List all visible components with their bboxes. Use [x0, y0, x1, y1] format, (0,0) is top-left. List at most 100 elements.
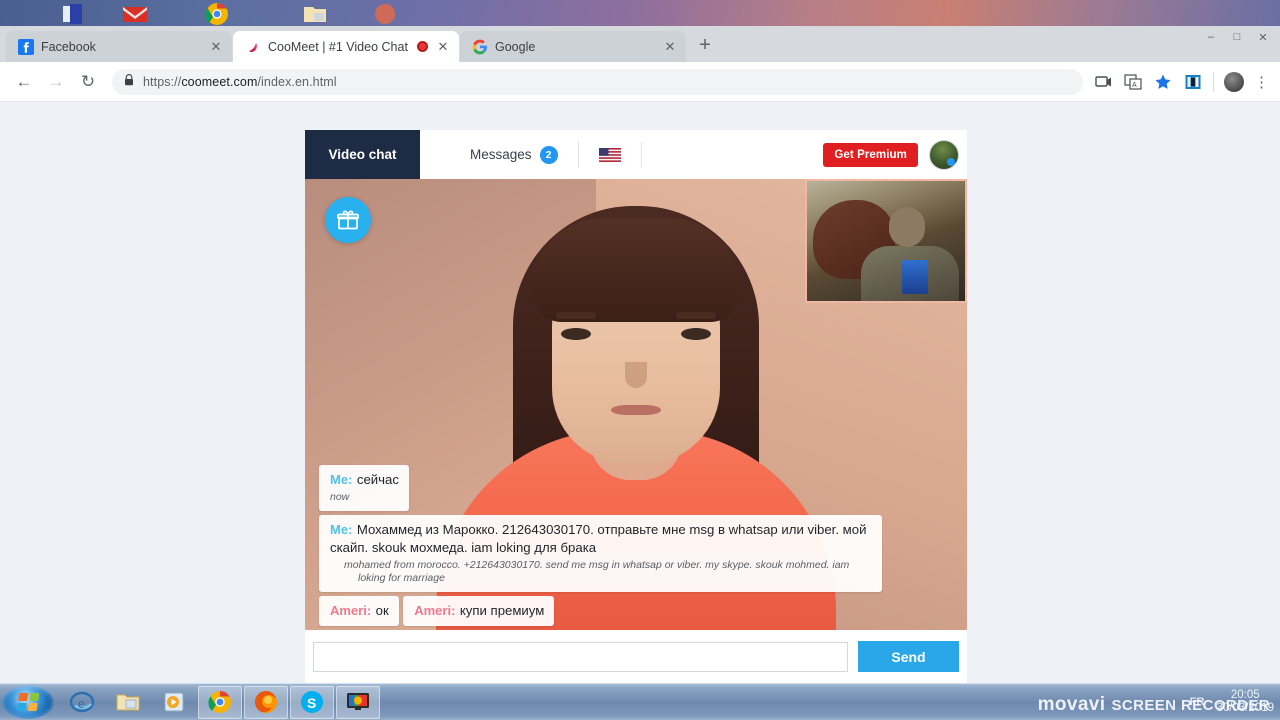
tab-title: Facebook — [41, 39, 96, 54]
message-sender: Ameri: — [330, 603, 372, 618]
chat-message: Me: Мохаммед из Марокко. 212643030170. о… — [319, 514, 882, 592]
taskbar-item-file-explorer[interactable] — [106, 686, 150, 719]
internet-explorer-icon: e — [69, 689, 95, 715]
gift-icon[interactable] — [325, 197, 371, 243]
desktop-icon-folder-blue[interactable] — [58, 2, 88, 26]
coomeet-icon — [245, 39, 261, 55]
tab-close-icon[interactable]: ✕ — [435, 39, 451, 55]
tab-facebook[interactable]: Facebook ✕ — [6, 31, 232, 62]
forward-button[interactable]: → — [42, 68, 70, 96]
chat-message: Ameri: ок — [319, 596, 399, 626]
maximize-button[interactable]: □ — [1224, 26, 1250, 48]
taskbar-clock[interactable]: 20:05 30/03/2019 — [1216, 689, 1274, 715]
back-button[interactable]: ← — [10, 68, 38, 96]
taskbar-item-internet-explorer[interactable]: e — [60, 686, 104, 719]
header-divider-2 — [640, 141, 642, 168]
desktop-icon-gmail[interactable] — [120, 2, 150, 26]
profile-avatar[interactable] — [1224, 71, 1244, 92]
address-bar-url: https://coomeet.com/index.en.html — [143, 75, 337, 89]
app-header: Video chat Messages 2 Get Premium — [305, 130, 967, 179]
toolbar-icons: A ⋮ — [1093, 71, 1270, 92]
reload-button[interactable]: ↻ — [74, 68, 102, 96]
start-button[interactable] — [2, 685, 54, 719]
message-sender: Me: — [330, 521, 353, 537]
message-text: купи премиум — [459, 603, 545, 618]
self-view-video[interactable] — [805, 179, 967, 303]
language-indicator[interactable]: FR — [1190, 696, 1205, 708]
tab-title: Google — [495, 39, 536, 54]
lock-icon — [124, 74, 134, 89]
tab-google[interactable]: Google ✕ — [460, 31, 686, 62]
bookmark-star-icon[interactable] — [1153, 72, 1173, 92]
clock-time: 20:05 — [1230, 688, 1260, 701]
brand-video-chat[interactable]: Video chat — [305, 130, 420, 179]
messages-unread-badge: 2 — [539, 145, 558, 164]
translate-icon[interactable]: A — [1123, 72, 1143, 92]
message-text: ок — [375, 603, 389, 618]
chat-messages: Me: сейчас now Me: Мохаммед из Марокко. … — [319, 465, 899, 630]
windows-logo-icon — [16, 693, 40, 711]
skype-icon: S — [299, 689, 325, 715]
message-translation: mohamed from morocco. +212643030170. sen… — [344, 558, 850, 585]
tab-title: CooMeet | #1 Video Chat Wi — [268, 39, 410, 54]
browser-window: Facebook ✕ CooMeet | #1 Video Chat Wi ✕ … — [0, 26, 1280, 683]
taskbar-item-google-chrome[interactable] — [198, 685, 242, 719]
extension-icon[interactable] — [1183, 72, 1203, 92]
get-premium-button[interactable]: Get Premium — [823, 142, 918, 167]
close-button[interactable]: ✕ — [1250, 26, 1276, 48]
system-tray: FR 20:05 30/03/2019 — [1190, 689, 1280, 715]
taskbar-item-mozilla-firefox[interactable] — [244, 685, 288, 719]
tab-close-icon[interactable]: ✕ — [662, 39, 678, 55]
tab-coomeet[interactable]: CooMeet | #1 Video Chat Wi ✕ — [233, 31, 459, 62]
windows-taskbar: e S FR 20:05 30/03/2019 movavi SCREEN RE… — [0, 683, 1280, 720]
taskbar-items: e S — [60, 685, 380, 719]
svg-text:e: e — [78, 696, 85, 712]
tab-strip: Facebook ✕ CooMeet | #1 Video Chat Wi ✕ … — [0, 26, 1280, 62]
video-stage: Me: сейчас now Me: Мохаммед из Марокко. … — [305, 179, 967, 630]
page-viewport: Video chat Messages 2 Get Premium Me: се… — [0, 102, 1280, 683]
header-right: Messages 2 Get Premium — [420, 130, 967, 179]
tab-recording-indicator-icon — [417, 41, 428, 52]
messages-nav-item[interactable]: Messages 2 — [470, 145, 558, 164]
desktop-wallpaper-strip — [0, 0, 1280, 26]
google-icon — [472, 39, 488, 55]
coomeet-app: Video chat Messages 2 Get Premium Me: се… — [305, 130, 967, 683]
minimize-button[interactable]: – — [1198, 26, 1224, 48]
chat-message: Ameri: купи премиум — [403, 596, 555, 626]
address-bar[interactable]: https://coomeet.com/index.en.html — [112, 68, 1083, 95]
url-path: /index.en.html — [257, 74, 337, 89]
message-sender: Me: — [330, 472, 353, 488]
user-avatar[interactable] — [929, 139, 959, 170]
omnibox-toolbar: ← → ↻ https://coomeet.com/index.en.html … — [0, 62, 1280, 102]
message-translation: now — [330, 491, 350, 504]
file-explorer-icon — [115, 689, 141, 715]
window-controls: – □ ✕ — [1198, 26, 1276, 48]
more-menu-icon[interactable]: ⋮ — [1254, 73, 1269, 91]
message-text: Мохаммед из Марокко. 212643030170. отпра… — [330, 521, 867, 555]
media-player-icon — [161, 689, 187, 715]
message-text: сейчас — [356, 472, 399, 488]
toolbar-divider — [1213, 71, 1214, 92]
desktop-icon-folder-yellow[interactable] — [300, 2, 330, 26]
watermark-brand: movavi — [1037, 694, 1106, 715]
new-tab-button[interactable]: + — [691, 32, 719, 60]
us-flag-icon[interactable] — [598, 147, 621, 162]
chat-message: Me: сейчас now — [319, 465, 409, 511]
message-composer: Send — [305, 630, 967, 683]
url-host: coomeet.com — [181, 74, 258, 89]
desktop-icon-chrome[interactable] — [202, 2, 232, 26]
clock-date: 30/03/2019 — [1216, 702, 1274, 714]
message-sender: Ameri: — [414, 603, 456, 618]
taskbar-item-skype[interactable]: S — [290, 685, 334, 719]
message-input[interactable] — [313, 641, 848, 672]
taskbar-item-media-player[interactable] — [152, 686, 196, 719]
media-cast-icon[interactable] — [1093, 72, 1113, 92]
url-scheme: https:// — [143, 74, 182, 89]
tab-close-icon[interactable]: ✕ — [208, 39, 224, 55]
desktop-icon-app[interactable] — [370, 2, 400, 26]
header-divider — [577, 141, 579, 168]
svg-text:A: A — [1132, 82, 1137, 89]
send-button[interactable]: Send — [858, 641, 959, 672]
messages-label: Messages — [470, 147, 532, 162]
taskbar-item-movavi-screen-recorder[interactable] — [336, 685, 380, 719]
